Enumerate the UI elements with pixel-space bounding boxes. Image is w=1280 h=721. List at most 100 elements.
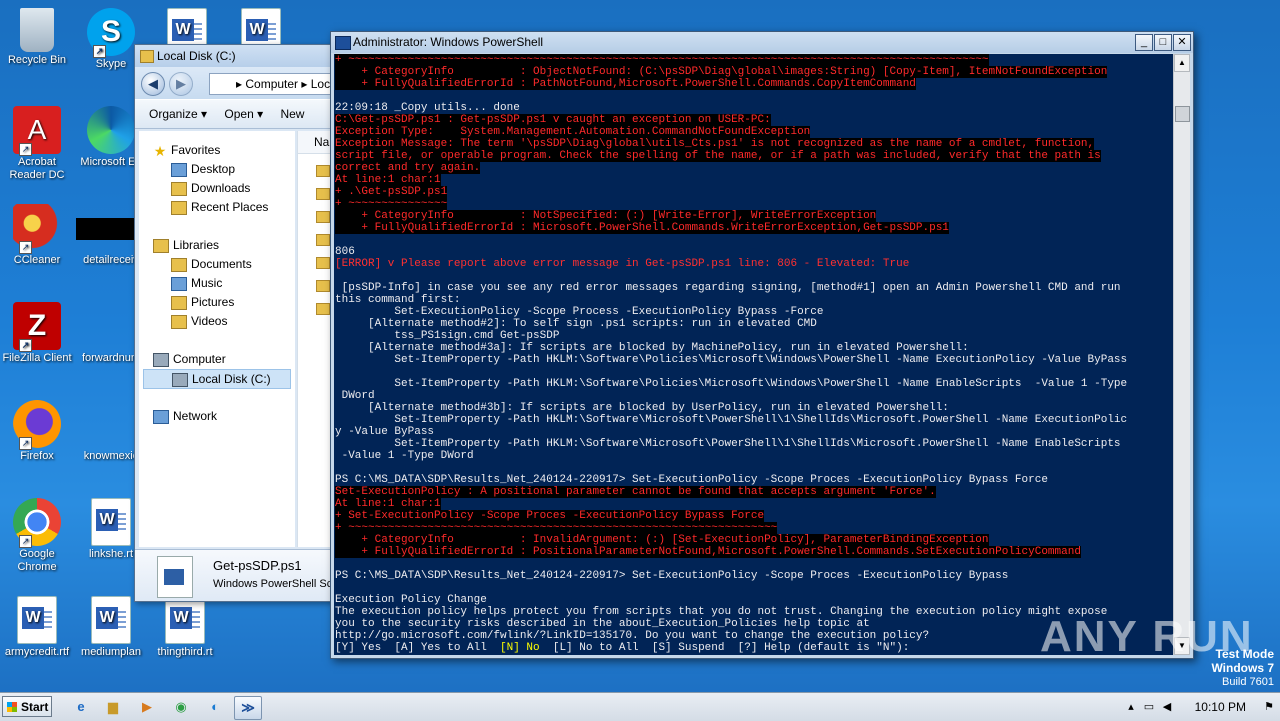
downloads-folder-icon	[171, 181, 187, 196]
console-output[interactable]: + ~~~~~~~~~~~~~~~~~~~~~~~~~~~~~~~~~~~~~~…	[334, 54, 1174, 655]
folder-icon[interactable]	[316, 303, 330, 315]
scroll-thumb[interactable]	[1175, 106, 1190, 122]
forward-arrow-icon[interactable]: ▶	[169, 72, 193, 96]
scroll-up-icon[interactable]: ▲	[1174, 54, 1190, 72]
explorer-title[interactable]: Local Disk (C:)	[135, 45, 335, 67]
console-line: [Alternate method#3a]: If scripts are bl…	[334, 342, 1174, 354]
nav-pictures[interactable]: Pictures	[171, 293, 234, 311]
minimize-button[interactable]: _	[1135, 34, 1153, 51]
powershell-title[interactable]: Administrator: Windows PowerShell	[331, 32, 1193, 53]
nav-downloads[interactable]: Downloads	[171, 179, 250, 197]
console-line: + CategoryInfo : InvalidArgument: (:) [S…	[334, 534, 1174, 546]
folder-icon[interactable]	[316, 188, 330, 200]
show-hidden-icons-icon[interactable]: ▴	[1124, 700, 1138, 714]
maximize-button[interactable]: □	[1154, 34, 1172, 51]
nav-favorites[interactable]: ★ Favorites	[153, 141, 221, 159]
taskbar: Start e ▆ ▶ ◉ ◐ ≫ ▴ ▭ ◀ 10:10 PM ⚑	[0, 692, 1280, 721]
nav-label: Local Disk (C:)	[192, 372, 271, 386]
console-line: [Alternate method#2]: To self sign .ps1 …	[334, 318, 1174, 330]
explorer-window[interactable]: Local Disk (C:) ◀ ▶ ▸ Computer ▸ Loca Or…	[134, 44, 336, 602]
console-line-text: Exception Message: The term '\psSDP\Diag…	[335, 138, 1095, 150]
address-input[interactable]: ▸ Computer ▸ Loca	[209, 73, 335, 95]
media-player-icon[interactable]: ▶	[134, 696, 160, 718]
chrome-icon[interactable]: ◉	[168, 696, 194, 718]
console-line: [ERROR] v Please report above error mess…	[334, 258, 1174, 270]
folder-icon[interactable]	[316, 211, 330, 223]
details-file-type: Windows PowerShell Scr	[213, 578, 336, 590]
console-line-text: [psSDP-Info] in case you see any red err…	[335, 282, 1121, 294]
armycredit-desktop-icon[interactable]: armycredit.rtf	[0, 596, 74, 659]
network-tray-icon[interactable]: ▭	[1142, 700, 1156, 714]
folder-icon[interactable]	[316, 257, 330, 269]
console-line: + Set-ExecutionPolicy -Scope Proces -Exe…	[334, 510, 1174, 522]
chrome-icon: ↗	[13, 498, 61, 548]
hard-drive-icon	[172, 372, 188, 387]
nav-documents[interactable]: Documents	[171, 255, 252, 273]
open-button[interactable]: Open ▾	[224, 107, 263, 121]
close-button[interactable]: ✕	[1173, 34, 1191, 51]
nav-desktop[interactable]: Desktop	[171, 160, 235, 178]
ie-icon[interactable]: e	[68, 696, 94, 718]
powershell-icon[interactable]: ≫	[234, 696, 262, 720]
powershell-script-icon	[157, 556, 193, 598]
powershell-window[interactable]: Administrator: Windows PowerShell _ □ ✕ + …	[330, 31, 1194, 659]
organize-button[interactable]: Organize ▾	[149, 107, 207, 121]
console-line: Set-ItemProperty -Path HKLM:\Software\Po…	[334, 354, 1174, 366]
windows-version-label: Windows 7	[1211, 661, 1274, 675]
console-line-text: -Value 1 -Type DWord	[335, 450, 474, 462]
console-line: Set-ItemProperty -Path HKLM:\Software\Mi…	[334, 414, 1174, 426]
console-line: y -Value ByPass	[334, 426, 1174, 438]
nav-label: Music	[191, 276, 223, 290]
folder-icon[interactable]	[316, 280, 330, 292]
nav-recent-places[interactable]: Recent Places	[171, 198, 268, 216]
mediumplan-desktop-icon[interactable]: mediumplan	[74, 596, 148, 659]
acrobat-desktop-icon[interactable]: A ↗ Acrobat Reader DC	[0, 106, 74, 182]
windows-build-info: Test Mode Windows 7 Build 7601	[1211, 648, 1274, 689]
clock[interactable]: 10:10 PM	[1195, 700, 1246, 714]
new-folder-button[interactable]: New	[280, 107, 304, 121]
thingthird-desktop-icon[interactable]: thingthird.rt	[148, 596, 222, 659]
console-line: tss_PS1sign.cmd Get-psSDP	[334, 330, 1174, 342]
nav-computer[interactable]: Computer	[153, 350, 226, 368]
nav-music[interactable]: Music	[171, 274, 222, 292]
filezilla-desktop-icon[interactable]: Z ↗ FileZilla Client	[0, 302, 74, 365]
explorer-icon[interactable]: ▆	[100, 696, 126, 718]
console-line-text: http://go.microsoft.com/fwlink/?LinkID=1…	[335, 630, 930, 642]
folder-icon[interactable]	[316, 165, 330, 177]
desktop-icon-label: Firefox	[20, 450, 54, 462]
explorer-address-bar: ◀ ▶ ▸ Computer ▸ Loca	[135, 67, 335, 99]
console-scrollbar[interactable]: ▲ ▼	[1173, 54, 1190, 655]
firefox-desktop-icon[interactable]: ↗ Firefox	[0, 400, 74, 463]
window-controls: _ □ ✕	[1134, 34, 1191, 51]
action-center-flag-icon[interactable]: ⚑	[1262, 700, 1276, 714]
desktop-icon-label: Recycle Bin	[7, 54, 67, 66]
console-line-text: The execution policy helps protect you f…	[335, 606, 1108, 618]
nav-network[interactable]: Network	[153, 407, 217, 425]
desktop-icon-label: mediumplan	[81, 646, 141, 658]
recycle-bin-icon[interactable]: Recycle Bin	[0, 8, 74, 67]
console-line: Set-ExecutionPolicy : A positional param…	[334, 486, 1174, 498]
console-line-text: Execution Policy Change	[335, 594, 487, 606]
nav-label: Downloads	[191, 181, 251, 195]
console-line: At line:1 char:1	[334, 174, 1174, 186]
desktop-icon-label: CCleaner	[13, 254, 61, 266]
nav-videos[interactable]: Videos	[171, 312, 227, 330]
nav-label: Libraries	[173, 238, 220, 252]
console-line-text: correct and try again.	[335, 162, 481, 174]
edge-icon	[87, 106, 135, 154]
console-line: At line:1 char:1	[334, 498, 1174, 510]
nav-libraries[interactable]: Libraries	[153, 236, 219, 254]
start-button[interactable]: Start	[2, 696, 52, 717]
console-line: + ~~~~~~~~~~~~~~~~~~~~~~~~~~~~~~~~~~~~~~…	[334, 54, 1174, 66]
nav-local-disk[interactable]: Local Disk (C:)	[143, 369, 291, 389]
folder-icon[interactable]	[316, 234, 330, 246]
volume-icon[interactable]: ◀	[1160, 700, 1174, 714]
console-line-text: + FullyQualifiedErrorId : PathNotFound,M…	[335, 78, 916, 90]
edge-icon[interactable]: ◐	[202, 696, 228, 718]
back-arrow-icon[interactable]: ◀	[141, 72, 165, 96]
console-line: Set-ExecutionPolicy -Scope Process -Exec…	[334, 306, 1174, 318]
ccleaner-desktop-icon[interactable]: ↗ CCleaner	[0, 204, 74, 267]
chrome-desktop-icon[interactable]: ↗ Google Chrome	[0, 498, 74, 574]
system-tray: ▴ ▭ ◀ 10:10 PM ⚑	[1120, 693, 1280, 721]
